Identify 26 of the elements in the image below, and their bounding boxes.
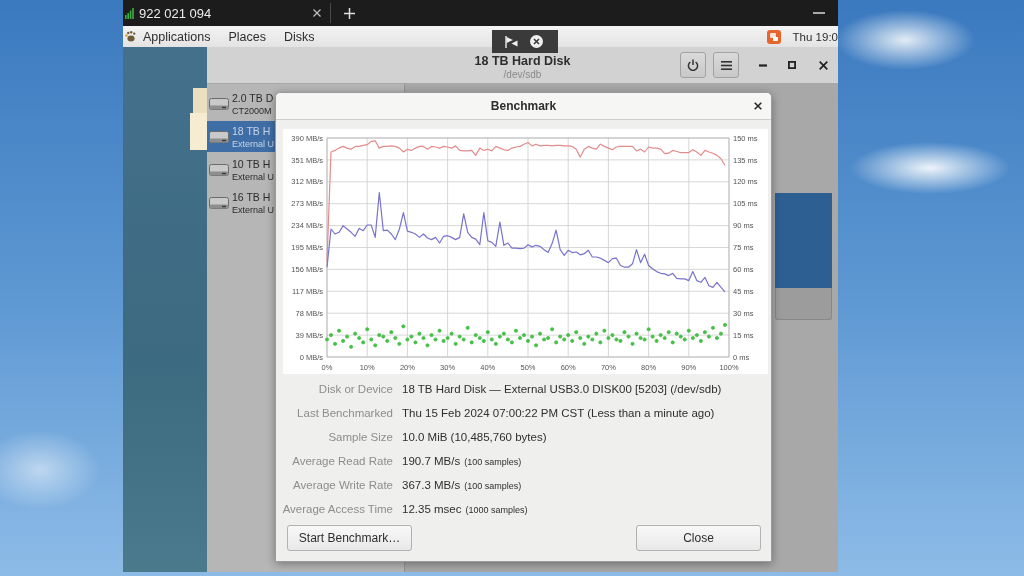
detail-value: 18 TB Hard Disk — External USB3.0 DISK00 [5203] (/dev/sdb)	[402, 383, 722, 395]
detail-value: 12.35 msec	[402, 503, 462, 515]
detail-value: 10.0 MiB (10,485,760 bytes)	[402, 431, 547, 443]
sample-count: (100 samples)	[464, 457, 522, 467]
detail-value: Thu 15 Feb 2024 07:00:22 PM CST (Less than a minute ago)	[402, 407, 715, 419]
dialog-title: Benchmark	[490, 99, 557, 113]
detail-label: Average Read Rate	[291, 455, 393, 467]
detail-label: Disk or Device	[317, 383, 393, 395]
disk-detail: CT2000M	[232, 104, 273, 117]
disk-name: 16 TB H	[232, 189, 272, 204]
disk-name: 2.0 TB D	[232, 90, 274, 105]
detail-label: Sample Size	[327, 431, 393, 443]
detail-label: Average Write Rate	[292, 479, 393, 491]
detail-label: Average Access Time	[281, 503, 393, 515]
detail-value: 190.7 MB/s	[402, 455, 461, 467]
disk-detail: External U	[232, 203, 275, 216]
disk-name: 18 TB H	[232, 123, 272, 138]
window-title: 18 TB Hard Disk	[474, 53, 571, 68]
disk-detail: External U	[232, 170, 275, 183]
disk-name: 10 TB H	[232, 156, 272, 171]
window-subtitle: /dev/sdb	[503, 68, 542, 81]
sample-count: (100 samples)	[464, 481, 522, 491]
sample-count: (1000 samples)	[465, 505, 528, 515]
detail-label: Last Benchmarked	[296, 407, 393, 419]
disk-detail: External U	[232, 137, 275, 150]
detail-value: 367.3 MB/s	[402, 479, 461, 491]
